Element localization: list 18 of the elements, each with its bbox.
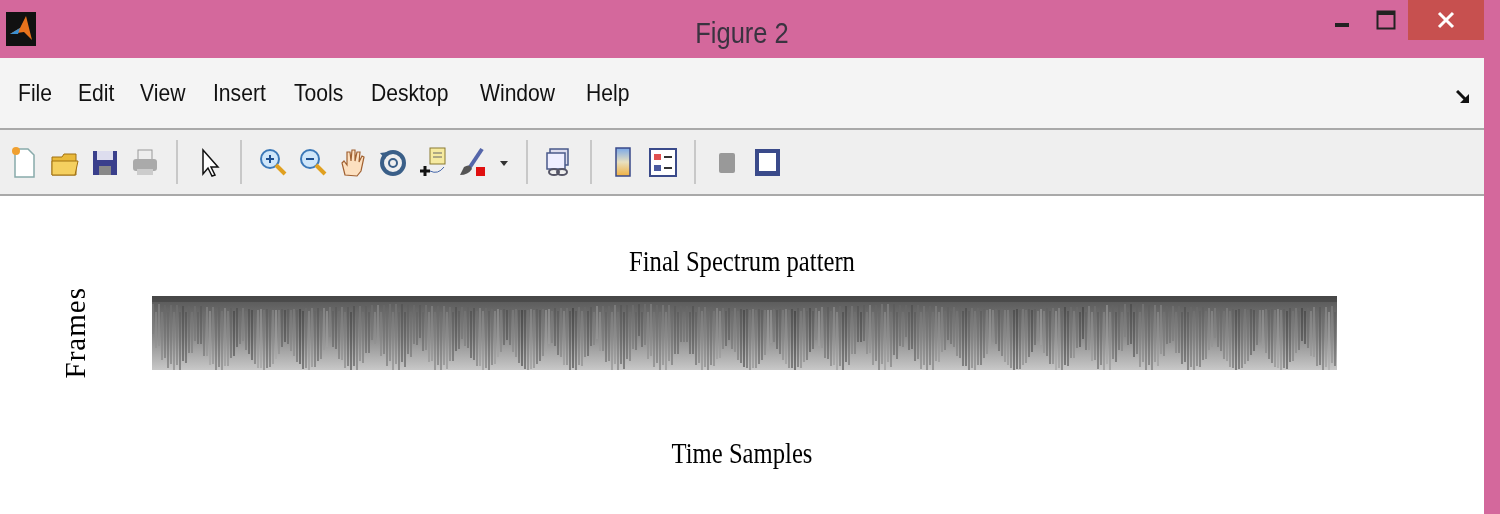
- menu-item[interactable]: Edit: [77, 75, 115, 111]
- plot-title: Final Spectrum pattern: [629, 245, 855, 277]
- menu-item[interactable]: Insert: [212, 75, 266, 111]
- menu-item[interactable]: View: [140, 75, 186, 111]
- menu-item[interactable]: File: [18, 75, 53, 111]
- close-button[interactable]: [1408, 0, 1484, 40]
- menu-item[interactable]: Help: [586, 75, 630, 111]
- y-axis-label: Frames: [58, 286, 93, 379]
- window-title: Figure 2: [695, 16, 789, 49]
- menu-item[interactable]: Desktop: [370, 75, 449, 111]
- close-icon: [1437, 11, 1455, 29]
- maximize-icon: [1376, 10, 1396, 30]
- menu-item[interactable]: Tools: [293, 75, 343, 111]
- menu-item[interactable]: Window: [479, 75, 555, 111]
- dock-arrow-icon[interactable]: [1456, 90, 1470, 104]
- x-axis-label: Time Samples: [671, 436, 813, 469]
- app-logo-icon: [6, 12, 36, 46]
- minimize-icon: [1335, 23, 1349, 27]
